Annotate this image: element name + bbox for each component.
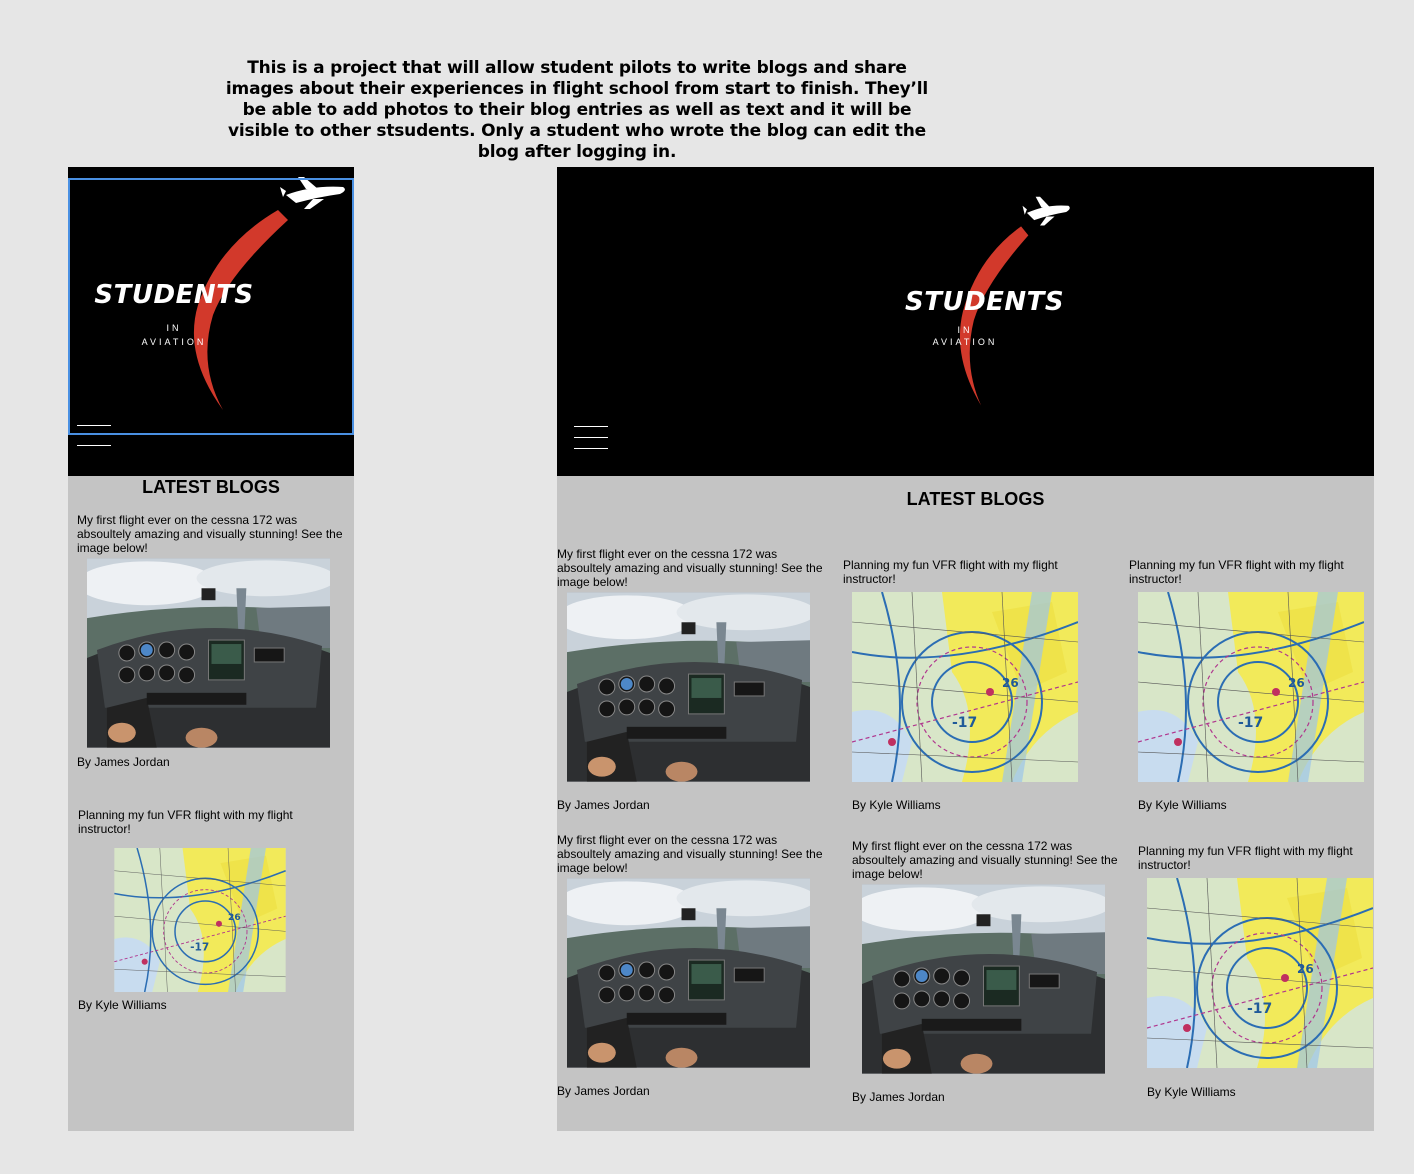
site-logo[interactable]: STUDENTS IN AVIATION: [905, 195, 1072, 410]
blog-post[interactable]: My first flight ever on the cessna 172 w…: [557, 833, 827, 1103]
blog-post[interactable]: My first flight ever on the cessna 172 w…: [557, 547, 827, 817]
blog-caption: Planning my fun VFR flight with my fligh…: [78, 808, 293, 836]
hamburger-menu-icon[interactable]: [574, 426, 608, 450]
blog-post[interactable]: Planning my fun VFR flight with my fligh…: [1138, 844, 1374, 1104]
blog-author: By James Jordan: [77, 755, 170, 769]
blog-caption: My first flight ever on the cessna 172 w…: [557, 833, 823, 875]
project-description: This is a project that will allow studen…: [225, 58, 929, 162]
blog-caption: Planning my fun VFR flight with my fligh…: [843, 558, 1058, 586]
blog-post[interactable]: Planning my fun VFR flight with my fligh…: [78, 808, 348, 1018]
cockpit-photo[interactable]: [567, 592, 810, 782]
blog-author: By Kyle Williams: [1138, 798, 1227, 812]
logo-word: STUDENTS: [905, 287, 1065, 317]
site-header: STUDENTS IN AVIATION: [68, 167, 354, 476]
mobile-mockup: STUDENTS IN AVIATION LATEST BLOGS My fir…: [68, 167, 354, 1131]
sectional-chart-image[interactable]: [1147, 878, 1373, 1068]
desktop-mockup: STUDENTS IN AVIATION LATEST BLOGS My fir…: [557, 167, 1374, 1131]
blog-caption: Planning my fun VFR flight with my fligh…: [1138, 844, 1353, 872]
blog-author: By Kyle Williams: [852, 798, 941, 812]
blog-caption: My first flight ever on the cessna 172 w…: [852, 839, 1118, 881]
hamburger-menu-icon[interactable]: [77, 423, 111, 447]
latest-blogs-heading: LATEST BLOGS: [142, 477, 280, 497]
blog-author: By James Jordan: [557, 798, 650, 812]
sectional-chart-image[interactable]: [852, 592, 1078, 782]
selection-outline: [68, 178, 354, 435]
logo-line-2: AVIATION: [932, 337, 998, 347]
logo-line-1: IN: [957, 325, 973, 335]
blog-post[interactable]: Planning my fun VFR flight with my fligh…: [843, 558, 1093, 818]
blog-post[interactable]: My first flight ever on the cessna 172 w…: [852, 839, 1122, 1109]
blog-author: By James Jordan: [852, 1090, 945, 1104]
blog-author: By Kyle Williams: [78, 998, 167, 1012]
cockpit-photo[interactable]: [87, 558, 330, 748]
site-header: STUDENTS IN AVIATION: [557, 167, 1374, 476]
blog-caption: My first flight ever on the cessna 172 w…: [77, 513, 343, 555]
latest-blogs-heading: LATEST BLOGS: [906, 489, 1045, 509]
blog-post[interactable]: My first flight ever on the cessna 172 w…: [77, 513, 347, 773]
blog-post[interactable]: Planning my fun VFR flight with my fligh…: [1129, 558, 1374, 818]
cockpit-photo[interactable]: [567, 878, 810, 1068]
blog-author: By James Jordan: [557, 1084, 650, 1098]
blog-caption: My first flight ever on the cessna 172 w…: [557, 547, 823, 589]
sectional-chart-image[interactable]: [87, 848, 313, 992]
blog-caption: Planning my fun VFR flight with my fligh…: [1129, 558, 1344, 586]
sectional-chart-image[interactable]: [1138, 592, 1364, 782]
cockpit-photo[interactable]: [862, 884, 1105, 1074]
blog-author: By Kyle Williams: [1147, 1085, 1236, 1099]
